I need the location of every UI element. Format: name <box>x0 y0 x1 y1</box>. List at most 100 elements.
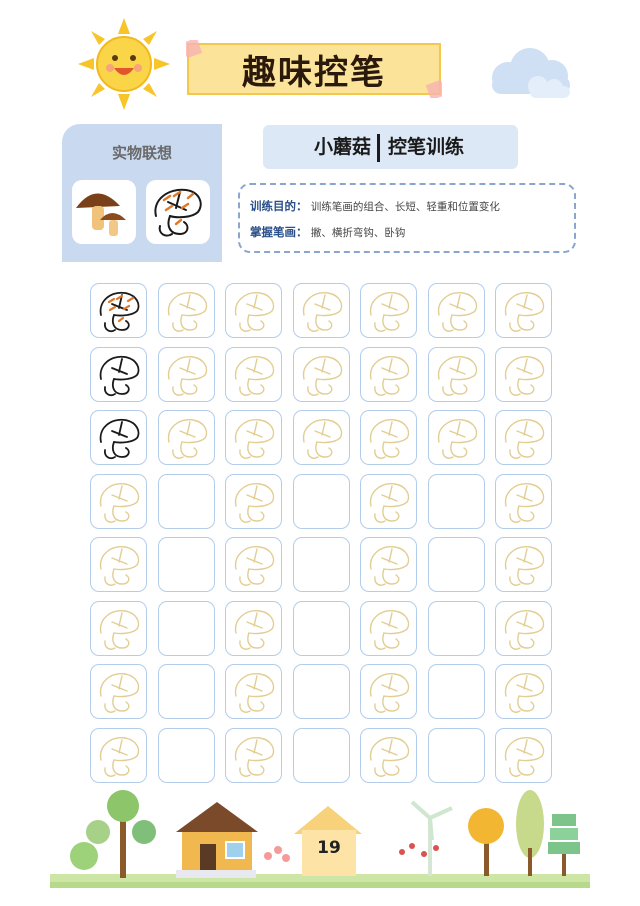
blank-practice-cell[interactable] <box>292 664 350 719</box>
tracing-cell[interactable] <box>157 410 215 465</box>
tracing-cell[interactable] <box>292 410 350 465</box>
tracing-cell[interactable] <box>360 283 417 338</box>
tracing-cell[interactable] <box>360 664 417 719</box>
tracing-cell[interactable] <box>495 727 552 783</box>
lesson-name: 小蘑菇 <box>313 136 371 158</box>
tracing-cell[interactable] <box>225 410 282 465</box>
tracing-cell[interactable] <box>225 727 282 783</box>
tracing-cell[interactable] <box>90 473 147 529</box>
mushroom-trace-icon <box>302 292 342 332</box>
strokes-text: 撇、横折弯钩、卧钩 <box>310 227 406 239</box>
strokes-line: 掌握笔画： 撇、横折弯钩、卧钩 <box>250 224 405 240</box>
tracing-cell[interactable] <box>495 283 552 338</box>
blank-practice-cell[interactable] <box>157 473 215 529</box>
blank-practice-cell[interactable] <box>157 537 215 592</box>
mushroom-trace-icon <box>234 609 275 650</box>
mushroom-trace-icon <box>504 419 545 459</box>
blank-practice-cell[interactable] <box>157 600 215 656</box>
colored-mushroom-icon <box>99 291 140 333</box>
tracing-cell[interactable] <box>495 600 552 656</box>
tracing-cell[interactable] <box>360 346 417 402</box>
tracing-cell[interactable] <box>495 410 552 465</box>
tracing-cell[interactable] <box>360 537 417 592</box>
mushroom-trace-icon <box>369 673 410 713</box>
subtitle-separator <box>377 134 380 162</box>
tracing-cell[interactable] <box>157 283 215 338</box>
blank-practice-cell[interactable] <box>292 600 350 656</box>
tracing-cell[interactable] <box>427 410 485 465</box>
reference-label: 实物联想 <box>111 144 172 162</box>
mushroom-trace-icon <box>504 673 545 713</box>
tracing-cell[interactable] <box>427 283 485 338</box>
mushroom-trace-icon <box>504 355 545 396</box>
mushroom-trace-icon <box>234 736 275 777</box>
lesson-subject: 控笔训练 <box>388 136 465 158</box>
tracing-cell[interactable] <box>90 537 147 592</box>
tracing-cell[interactable] <box>225 537 282 592</box>
training-purpose-text: 训练笔画的组合、长短、轻重和位置变化 <box>310 201 500 213</box>
tracing-cell[interactable] <box>360 410 417 465</box>
strokes-label: 掌握笔画： <box>250 225 308 239</box>
tracing-cell[interactable] <box>427 346 485 402</box>
mushroom-trace-icon <box>504 546 545 586</box>
tracing-cell[interactable] <box>90 600 147 656</box>
mushroom-photo <box>72 180 136 244</box>
mushroom-trace-icon <box>369 482 410 523</box>
tracing-cell[interactable] <box>90 727 147 783</box>
blank-practice-cell[interactable] <box>157 727 215 783</box>
blank-practice-cell[interactable] <box>427 537 485 592</box>
mushroom-trace-icon <box>234 355 275 396</box>
page-title: 趣味控笔 <box>242 52 386 93</box>
mushroom-trace-icon <box>99 609 140 650</box>
mushroom-trace-icon <box>167 419 207 459</box>
blank-practice-cell[interactable] <box>427 727 485 783</box>
tracing-cell[interactable] <box>495 473 552 529</box>
tracing-cell[interactable] <box>157 346 215 402</box>
mushroom-trace-icon <box>302 419 342 459</box>
blank-practice-cell[interactable] <box>427 600 485 656</box>
mushroom-trace-icon <box>99 673 140 713</box>
mushroom-trace-icon <box>369 292 410 332</box>
example-cell[interactable] <box>90 283 147 338</box>
example-cell[interactable] <box>90 410 147 465</box>
blank-practice-cell[interactable] <box>292 537 350 592</box>
tracing-cell[interactable] <box>225 600 282 656</box>
tracing-cell[interactable] <box>225 283 282 338</box>
tracing-cell[interactable] <box>225 346 282 402</box>
blank-practice-cell[interactable] <box>292 727 350 783</box>
tracing-cell[interactable] <box>360 727 417 783</box>
mushroom-trace-icon <box>302 355 342 396</box>
mushroom-trace-icon <box>437 419 477 459</box>
cloud-illustration <box>492 48 570 98</box>
mushroom-trace-icon <box>167 292 207 332</box>
blank-practice-cell[interactable] <box>157 664 215 719</box>
mushroom-trace-icon <box>99 482 140 523</box>
tracing-cell[interactable] <box>495 537 552 592</box>
blank-practice-cell[interactable] <box>292 473 350 529</box>
tracing-cell[interactable] <box>495 346 552 402</box>
tracing-cell[interactable] <box>292 346 350 402</box>
mushroom-trace-icon <box>99 736 140 777</box>
mushroom-trace-icon <box>437 355 477 396</box>
tracing-cell[interactable] <box>225 473 282 529</box>
mushroom-trace-icon <box>167 355 207 396</box>
mushroom-trace-icon <box>369 355 410 396</box>
tracing-cell[interactable] <box>360 600 417 656</box>
blank-practice-cell[interactable] <box>427 664 485 719</box>
tracing-cell[interactable] <box>360 473 417 529</box>
goals-box <box>238 183 576 253</box>
mushroom-trace-icon <box>369 419 410 459</box>
mushroom-trace-icon <box>504 736 545 777</box>
tracing-cell[interactable] <box>225 664 282 719</box>
tracing-cell[interactable] <box>90 664 147 719</box>
blank-practice-cell[interactable] <box>427 473 485 529</box>
mushroom-trace-icon <box>99 546 140 586</box>
example-cell[interactable] <box>90 346 147 402</box>
tracing-cell[interactable] <box>292 283 350 338</box>
tracing-cell[interactable] <box>495 664 552 719</box>
mushroom-outline-icon <box>99 355 140 396</box>
mushroom-trace-icon <box>234 292 275 332</box>
sun-illustration <box>78 18 170 110</box>
mushroom-outline-icon <box>99 418 140 460</box>
mushroom-trace-icon <box>504 292 545 332</box>
